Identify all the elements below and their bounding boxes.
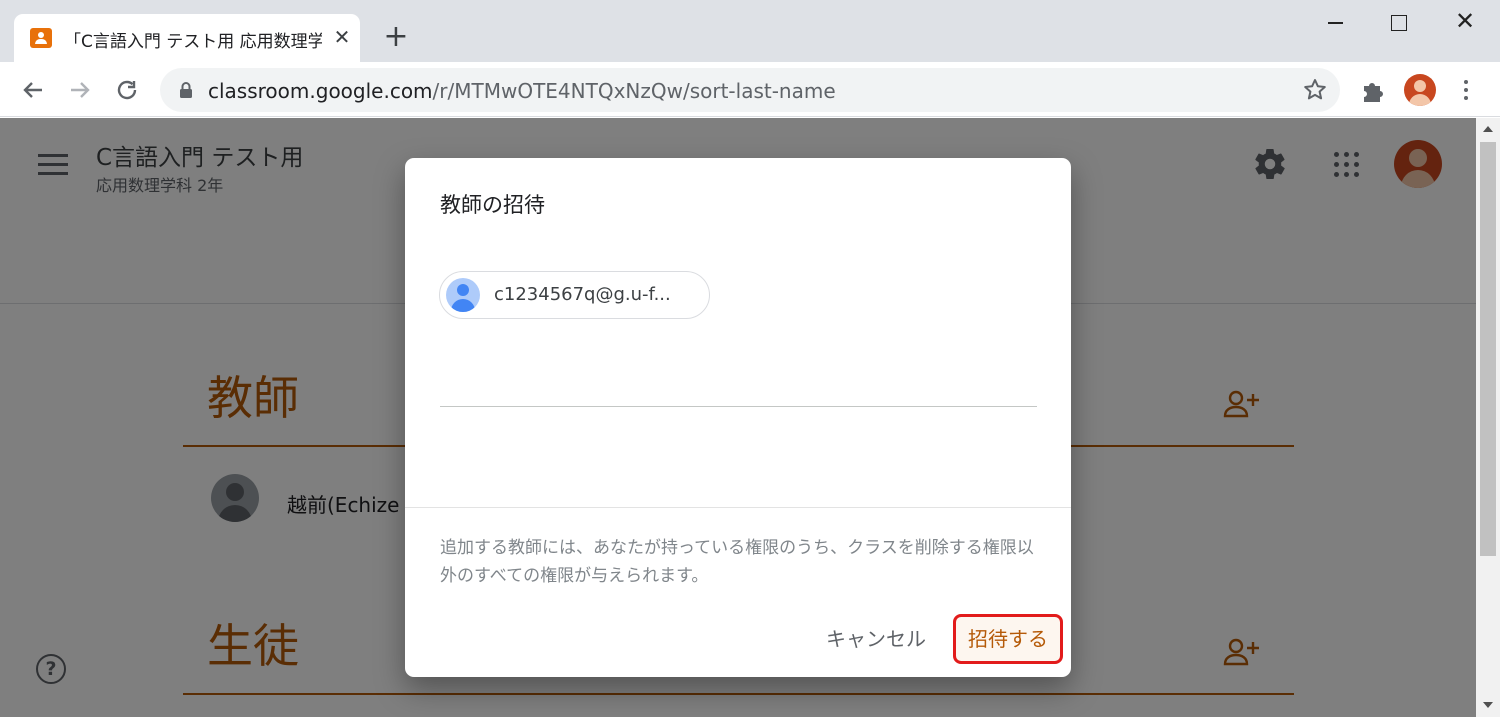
browser-tab[interactable]: 「C言語入門 テスト用 応用数理学科 2年 ✕ [14,14,360,62]
classroom-page: C言語入門 テスト用 応用数理学科 2年 教師 越前(Echize 生徒 ? 教… [0,118,1476,717]
bookmark-star-icon[interactable] [1300,75,1330,105]
permission-notice: 追加する教師には、あなたが持っている権限のうち、クラスを削除する権限以外のすべて… [440,538,1034,586]
scroll-thumb[interactable] [1480,142,1496,556]
lock-icon [180,82,192,98]
invitee-chip[interactable]: c1234567q@g.u-f... [439,271,710,319]
scroll-down-arrow-icon[interactable] [1483,702,1493,708]
window-minimize-button[interactable] [1322,8,1352,38]
dialog-title: 教師の招待 [440,193,545,217]
window-close-button[interactable]: ✕ [1450,6,1480,36]
invite-button[interactable]: 招待する [953,614,1063,664]
page-scrollbar[interactable] [1476,118,1500,717]
back-button[interactable] [15,72,51,108]
dialog-divider [405,507,1071,508]
scroll-up-arrow-icon[interactable] [1483,126,1493,132]
browser-toolbar: classroom.google.com/r/MTMwOTE4NTQxNzQw/… [0,62,1500,117]
arrow-right-icon [71,82,90,98]
new-tab-button[interactable]: + [382,22,410,54]
address-bar[interactable]: classroom.google.com/r/MTMwOTE4NTQxNzQw/… [160,68,1340,112]
classroom-favicon-icon [30,28,52,48]
tab-title: 「C言語入門 テスト用 応用数理学科 2年 [64,32,322,52]
url-text: classroom.google.com/r/MTMwOTE4NTQxNzQw/… [208,79,836,103]
invite-teacher-dialog: 教師の招待 c1234567q@g.u-f... 追加する教師には、あなたが持っ… [405,158,1071,677]
window-maximize-button[interactable] [1384,8,1414,38]
reload-button[interactable] [109,72,145,108]
reload-icon [117,80,137,100]
arrow-left-icon [23,82,42,98]
invitee-email: c1234567q@g.u-f... [494,284,671,305]
cancel-button[interactable]: キャンセル [817,617,935,661]
browser-titlebar: 「C言語入門 テスト用 応用数理学科 2年 ✕ + ✕ [0,0,1500,62]
invitee-input-underline[interactable] [440,406,1037,407]
invitee-avatar-icon [446,278,480,312]
extensions-puzzle-icon[interactable] [1358,76,1388,106]
forward-button[interactable] [62,72,98,108]
tab-close-icon[interactable]: ✕ [330,24,354,50]
browser-menu-kebab-icon[interactable] [1456,76,1476,104]
browser-profile-avatar[interactable] [1404,74,1436,106]
